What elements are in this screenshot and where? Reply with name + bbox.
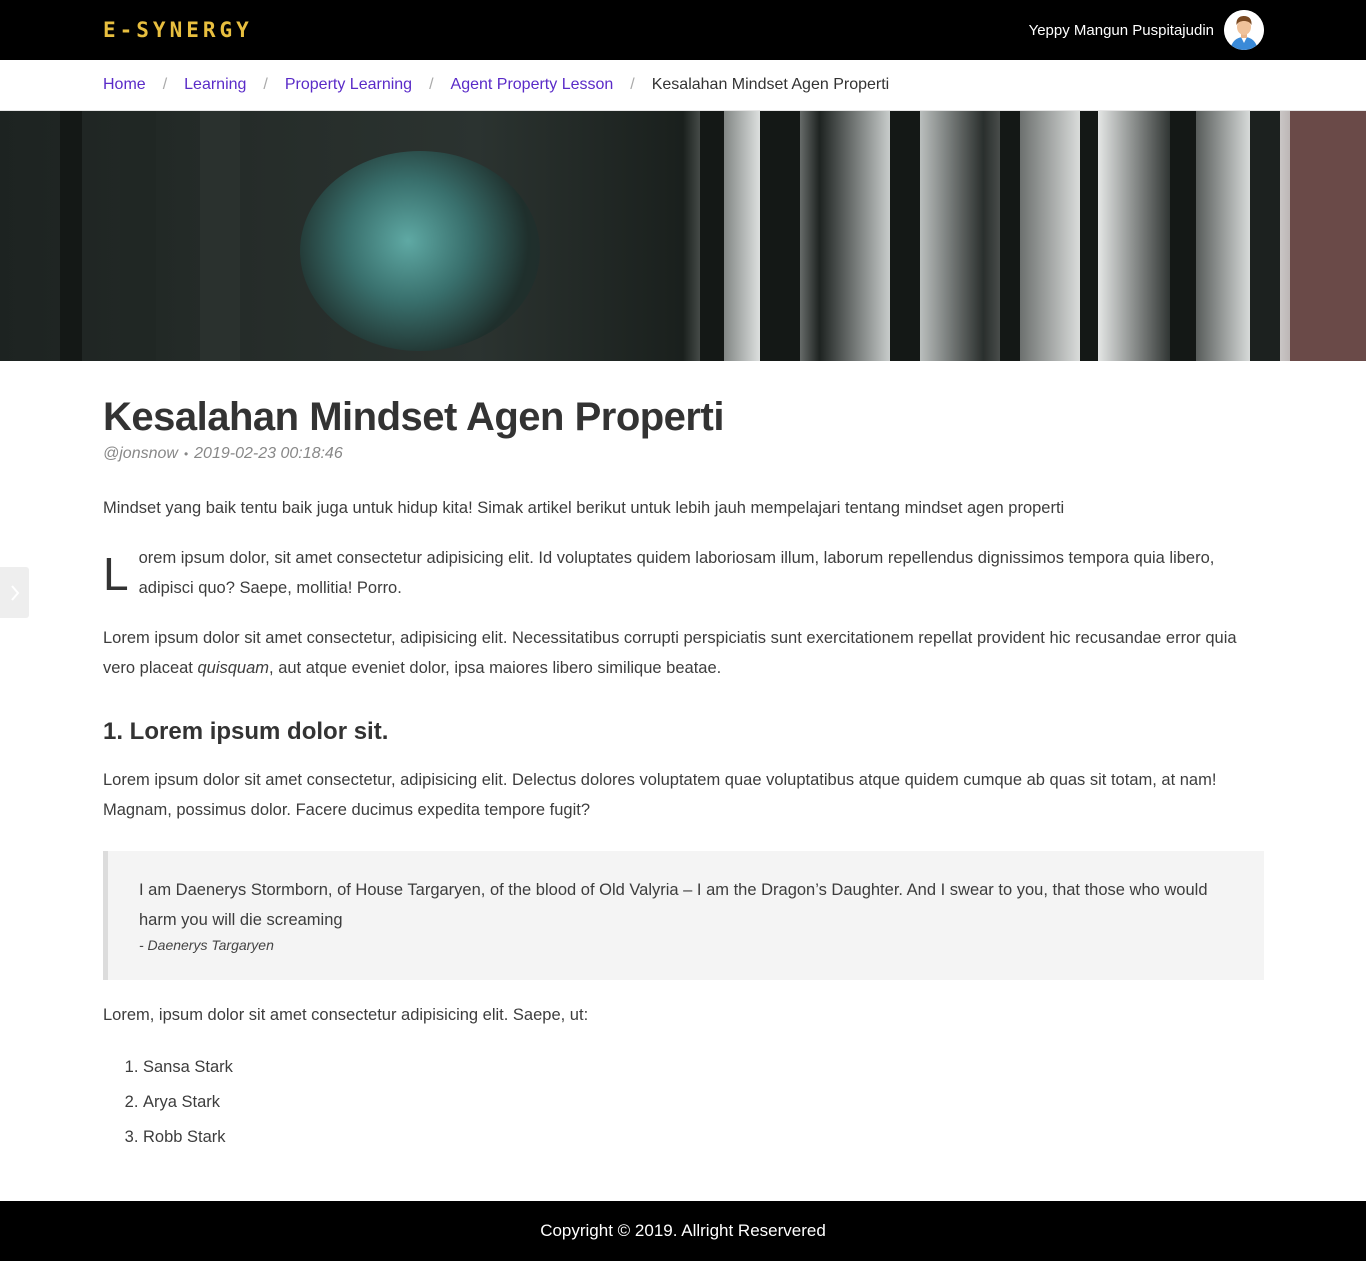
breadcrumb-agent-property-lesson[interactable]: Agent Property Lesson xyxy=(451,76,614,94)
meta-separator: • xyxy=(183,447,189,461)
hero-tree-trunk xyxy=(700,111,724,361)
breadcrumb-separator: / xyxy=(429,76,434,93)
list-item: Sansa Stark xyxy=(143,1050,1264,1085)
top-navbar: E-SYNERGY Yeppy Mangun Puspitajudin xyxy=(0,0,1366,60)
user-avatar-icon[interactable] xyxy=(1224,10,1264,50)
hero-tree-trunk xyxy=(200,111,240,361)
hero-tree-trunk xyxy=(60,111,82,361)
emphasis-text: quisquam xyxy=(197,659,270,677)
blockquote: I am Daenerys Stormborn, of House Targar… xyxy=(103,851,1264,980)
paragraph: Lorem ipsum dolor sit amet consectetur, … xyxy=(103,623,1264,683)
hero-moss-patch xyxy=(300,151,540,351)
hero-tree-trunk xyxy=(120,111,156,361)
article-meta: @jonsnow • 2019-02-23 00:18:46 xyxy=(103,445,1264,463)
footer: Copyright © 2019. Allright Reservered xyxy=(0,1201,1366,1261)
article-content: Kesalahan Mindset Agen Properti @jonsnow… xyxy=(0,391,1366,1155)
breadcrumb-home[interactable]: Home xyxy=(103,76,146,94)
section-heading: 1. Lorem ipsum dolor sit. xyxy=(103,718,389,745)
article-author[interactable]: @jonsnow xyxy=(103,445,178,462)
hero-tree-trunk xyxy=(760,111,800,361)
breadcrumb-learning[interactable]: Learning xyxy=(184,76,246,94)
breadcrumb-property-learning[interactable]: Property Learning xyxy=(285,76,412,94)
paragraph: Lorem ipsum dolor sit amet consectetur, … xyxy=(103,771,1217,819)
article-intro: Mindset yang baik tentu baik juga untuk … xyxy=(103,499,1065,517)
chevron-right-icon xyxy=(10,584,19,601)
breadcrumb-separator: / xyxy=(630,76,635,93)
article-date: 2019-02-23 00:18:46 xyxy=(194,445,343,462)
hero-image xyxy=(0,111,1366,361)
quote-text: I am Daenerys Stormborn, of House Targar… xyxy=(139,881,1208,929)
hero-tree-trunk xyxy=(1250,111,1280,361)
paragraph: Lorem, ipsum dolor sit amet consectetur … xyxy=(103,1006,589,1024)
list-item: Arya Stark xyxy=(143,1085,1264,1120)
hero-tree-trunk xyxy=(1290,111,1366,361)
hero-tree-trunk xyxy=(1080,111,1098,361)
hero-tree-trunk xyxy=(1170,111,1196,361)
paragraph-text: orem ipsum dolor, sit amet consectetur a… xyxy=(138,549,1215,597)
breadcrumb-separator: / xyxy=(162,76,168,93)
hero-tree-trunk xyxy=(890,111,920,361)
hero-tree-trunk xyxy=(1000,111,1020,361)
list-item: Robb Stark xyxy=(143,1120,1264,1155)
dropcap-letter: L xyxy=(103,548,129,600)
ordered-list: Sansa Stark Arya Stark Robb Stark xyxy=(103,1050,1264,1155)
sidebar-toggle-button[interactable] xyxy=(0,567,29,618)
user-name[interactable]: Yeppy Mangun Puspitajudin xyxy=(1029,22,1214,39)
breadcrumb-current: Kesalahan Mindset Agen Properti xyxy=(651,76,890,93)
quote-author: - Daenerys Targaryen xyxy=(139,937,274,953)
copyright-text: Copyright © 2019. Allright Reservered xyxy=(540,1221,826,1240)
paragraph-text: , aut atque eveniet dolor, ipsa maiores … xyxy=(269,659,722,677)
user-menu[interactable]: Yeppy Mangun Puspitajudin xyxy=(1029,10,1264,50)
breadcrumb: Home / Learning / Property Learning / Ag… xyxy=(0,60,1366,111)
breadcrumb-separator: / xyxy=(263,76,268,93)
dropcap-paragraph: L orem ipsum dolor, sit amet consectetur… xyxy=(103,543,1264,603)
article-title: Kesalahan Mindset Agen Properti xyxy=(103,395,724,439)
brand-logo[interactable]: E-SYNERGY xyxy=(103,18,253,42)
